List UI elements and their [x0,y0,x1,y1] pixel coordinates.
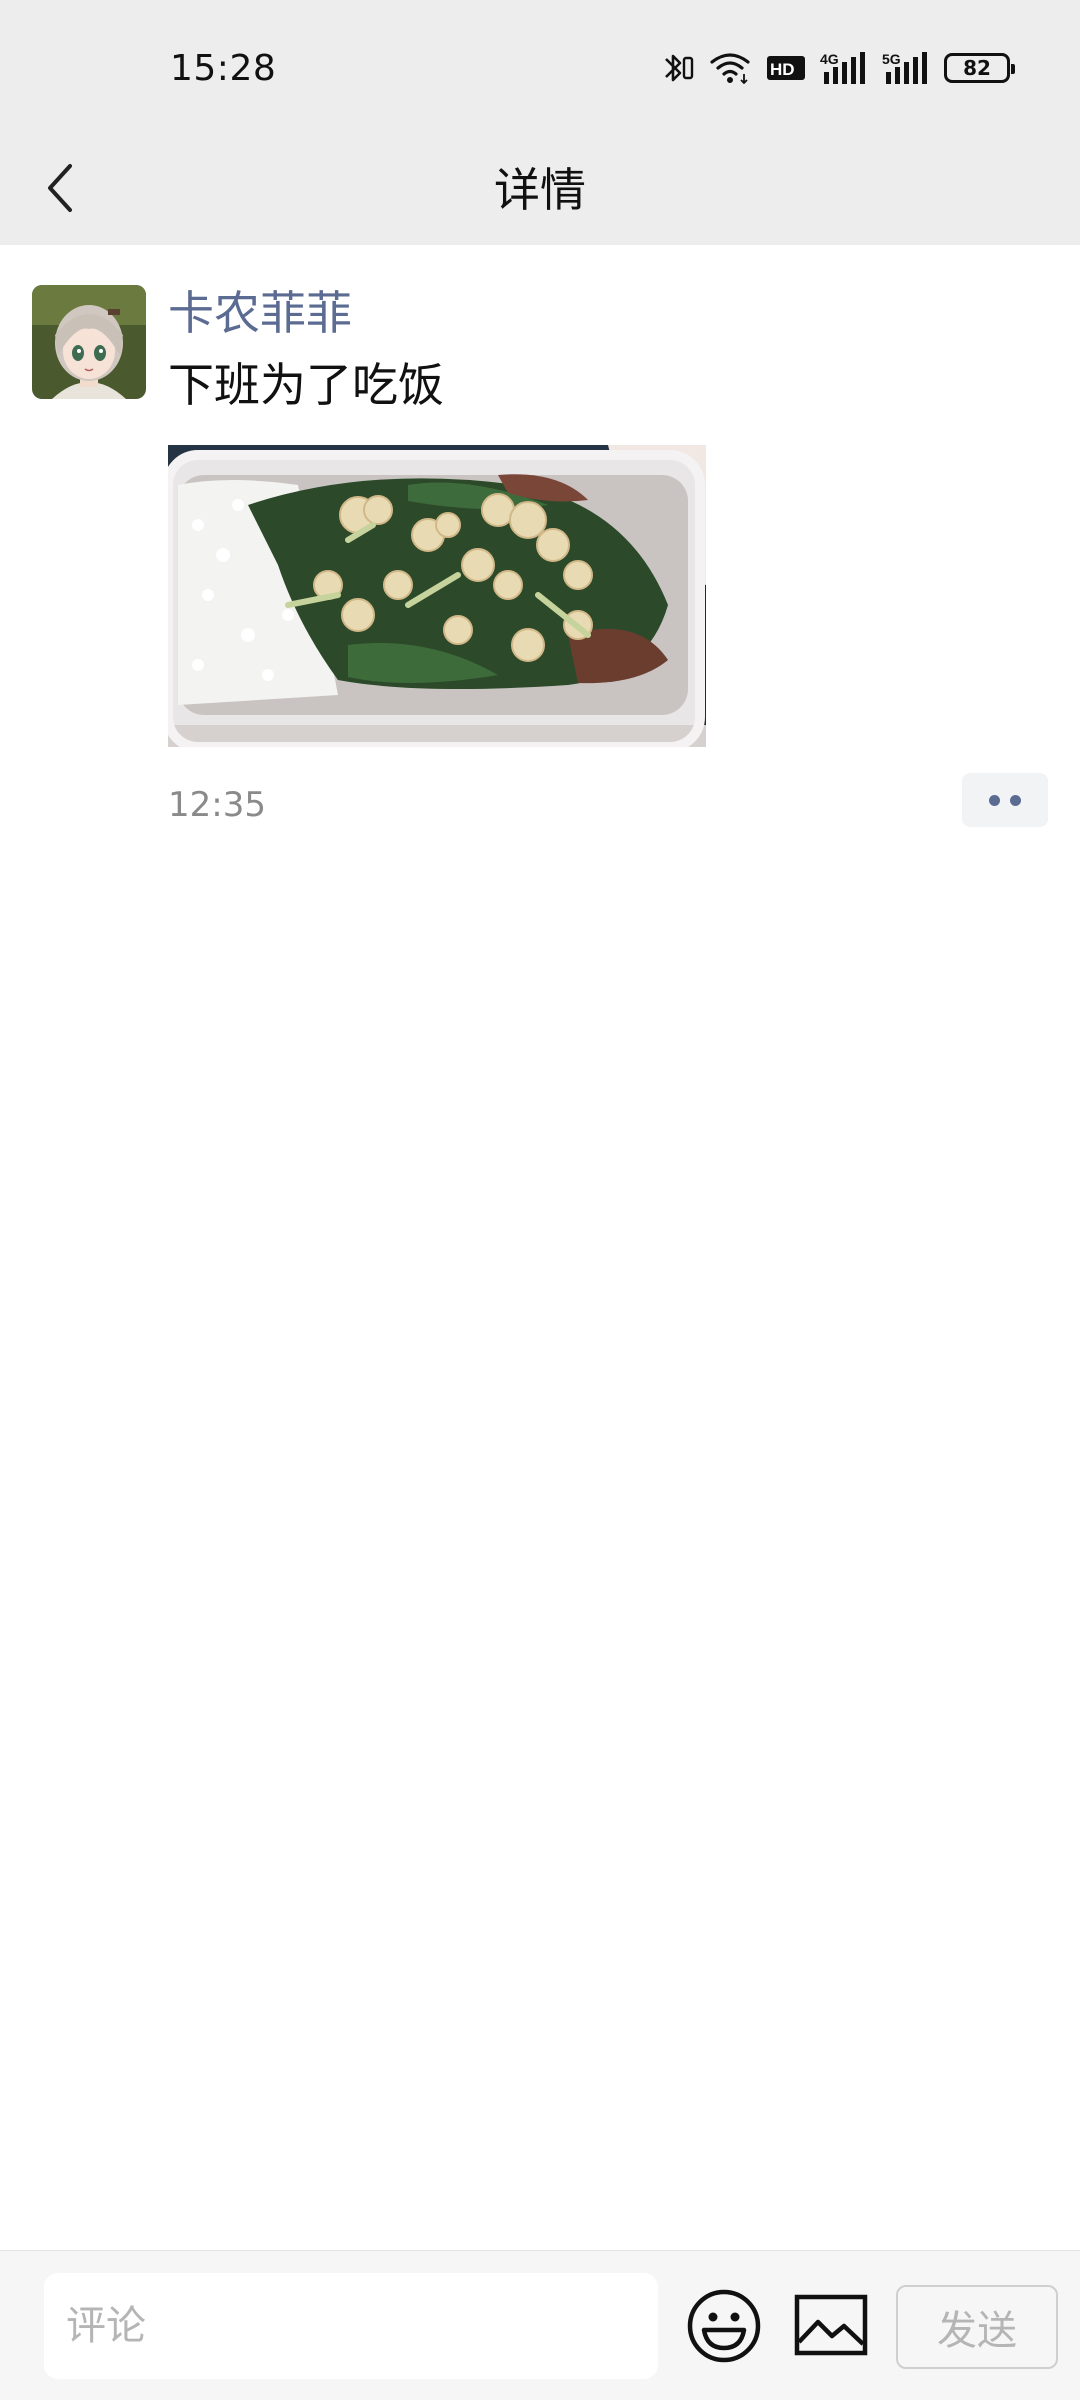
comment-input[interactable] [44,2273,658,2379]
food-photo [168,445,706,747]
svg-text:5G: 5G [882,51,901,67]
more-button[interactable] [962,773,1048,827]
smiley-icon [687,2289,761,2363]
comment-bar: 发送 [0,2250,1080,2400]
send-button[interactable]: 发送 [896,2285,1058,2369]
status-icons: HD 4G 5G 82 [660,50,1015,86]
avatar[interactable] [32,285,146,399]
top-area: 15:28 HD 4G 5G 82 详情 [0,0,1080,245]
wifi-icon [708,50,752,86]
hd-label: HD [770,60,795,79]
svg-text:4G: 4G [820,51,839,67]
nav-bar: 详情 [0,140,1080,245]
emoji-button[interactable] [684,2286,764,2366]
page-title: 详情 [494,163,586,217]
image-button[interactable] [792,2289,870,2361]
more-dots-icon [1010,794,1021,806]
battery-icon: 82 [944,53,1015,83]
battery-level: 82 [963,56,991,80]
bluetooth-icon [660,50,694,86]
image-icon [794,2294,868,2356]
post-image[interactable] [168,445,706,747]
avatar-image [32,285,146,399]
status-time: 15:28 [170,48,277,89]
post-time: 12:35 [168,785,266,825]
post-author[interactable]: 卡农菲菲 [168,283,352,343]
signal-5g-icon: 5G [882,50,930,86]
hd-icon: HD [766,53,806,83]
signal-4g-icon: 4G [820,50,868,86]
post-text: 下班为了吃饭 [168,358,444,412]
more-dots-icon [989,794,1000,806]
status-bar: 15:28 HD 4G 5G 82 [0,0,1080,140]
